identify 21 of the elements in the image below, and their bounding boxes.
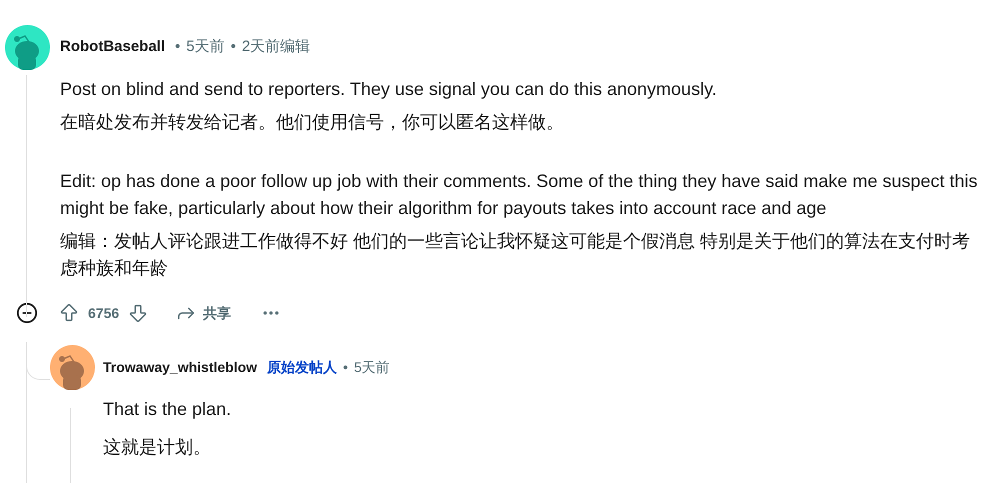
separator-dot: • xyxy=(230,37,236,58)
timestamp: 5天前 xyxy=(354,358,390,377)
avatar-icon[interactable] xyxy=(50,345,95,390)
comment-text: 这就是计划。 xyxy=(103,436,212,459)
separator-dot: • xyxy=(175,37,180,58)
share-button[interactable]: 共享 xyxy=(175,302,232,324)
op-label: 原始发帖人 xyxy=(267,358,338,377)
upvote-icon[interactable] xyxy=(58,302,80,324)
comment-text: Post on blind and send to reporters. They use signal you can do this anonymously. xyxy=(60,78,718,101)
comment-text: 编辑：发帖人评论跟进工作做得不好 他们的一些言论让我怀疑这可能是个假消息 特别是关于他们的算法在支付时考虑种族和年龄 xyxy=(60,230,972,280)
avatar-icon[interactable] xyxy=(5,25,50,70)
comment-text: Edit: op has done a poor follow up job with their comments. Some of the thing they have said make me suspect this might be fake, particularly about how their algorithm for payouts takes into account race and age xyxy=(60,170,978,220)
vote-count: 6756 xyxy=(88,304,120,322)
edited-timestamp: 2天前编辑 xyxy=(242,37,310,58)
comment-text: 在暗处发布并转发给记者。他们使用信号，你可以匿名这样做。 xyxy=(60,111,565,134)
comment-text: That is the plan. xyxy=(103,398,232,421)
username[interactable]: Trowaway_whistleblow xyxy=(103,357,258,378)
separator-dot: • xyxy=(343,358,348,377)
username[interactable]: RobotBaseball xyxy=(60,36,166,59)
timestamp: 5天前 xyxy=(186,37,225,58)
collapse-button[interactable] xyxy=(16,302,38,324)
